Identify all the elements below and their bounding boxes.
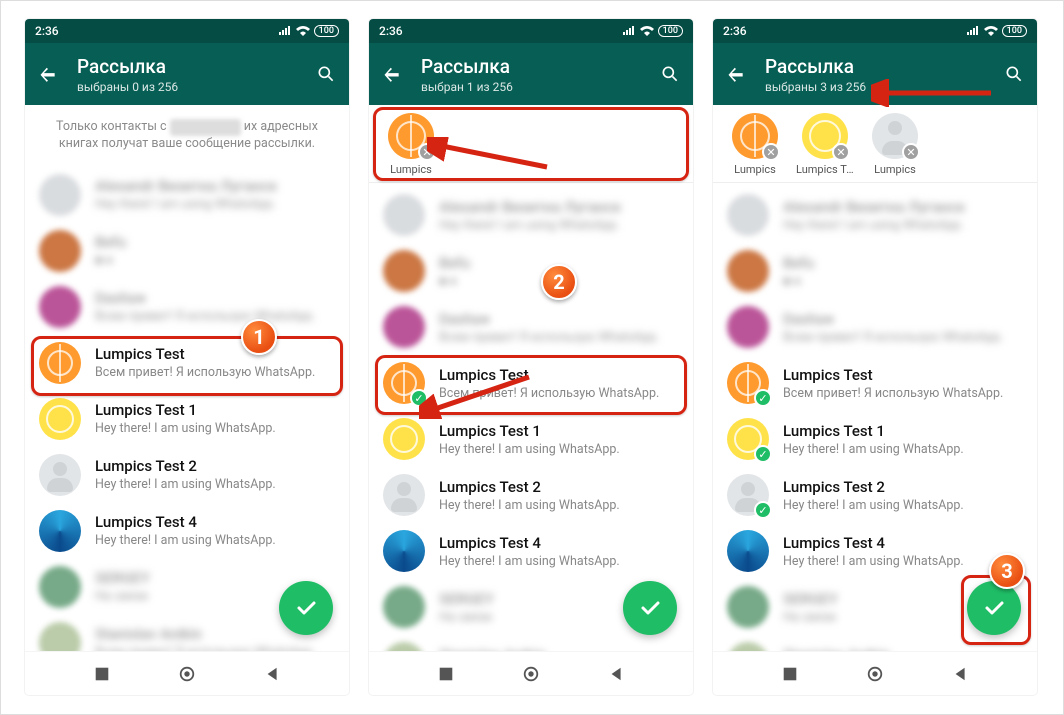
contact-row[interactable]: Alexandr Визитка ЛуганскHey there! I am …	[369, 187, 693, 243]
header-subtitle: выбраны 0 из 256	[77, 80, 315, 94]
app-header: Рассылка выбраны 0 из 256	[25, 43, 349, 105]
avatar-lemon-icon	[39, 398, 81, 440]
chip-lumpics-3[interactable]: ✕ Lumpics	[867, 113, 923, 176]
phone-screen-3: 2:36 100 Рассылка выбраны 3 из 256 ✕ Lum…	[713, 19, 1037, 695]
contact-row-lumpics-test[interactable]: ✓Lumpics TestВсем привет! Я использую Wh…	[369, 355, 693, 411]
nav-home-icon[interactable]	[178, 665, 196, 683]
step-badge-1: 1	[241, 319, 277, 355]
avatar-orange-icon: ✓	[383, 362, 425, 404]
back-icon[interactable]	[37, 63, 59, 85]
contact-row[interactable]: Alexandr Визитка ЛуганскHey there! I am …	[25, 167, 349, 223]
contact-row[interactable]: Stanislav AnikinВсем привет! Я использую…	[369, 635, 693, 651]
statusbar: 2:36 100	[25, 19, 349, 43]
avatar-orange-icon	[39, 342, 81, 384]
chip-lumpics[interactable]: ✕ Lumpics	[383, 113, 439, 176]
contact-row[interactable]: Alexandr Визитка ЛуганскHey there! I am …	[713, 187, 1037, 243]
contact-row[interactable]: Dasha●Всем привет! Я использую WhatsApp.	[713, 299, 1037, 355]
app-header: Рассылка выбран 1 из 256	[369, 43, 693, 105]
status-time: 2:36	[723, 24, 747, 38]
search-icon[interactable]	[1003, 63, 1025, 85]
avatar-placeholder-icon	[39, 454, 81, 496]
chip-remove-icon[interactable]: ✕	[832, 143, 850, 161]
contact-row[interactable]: Dasha●Всем привет! Я использую WhatsApp.	[25, 279, 349, 335]
contact-row[interactable]: Stanislav AnikinВсем привет! Я использую…	[713, 635, 1037, 651]
chip-remove-icon[interactable]: ✕	[418, 143, 436, 161]
broadcast-info-text: Только контакты с xxxxx их адресных книг…	[25, 105, 349, 163]
status-icons: 100	[622, 25, 683, 37]
step-badge-2: 2	[541, 264, 577, 300]
nav-recent-icon[interactable]	[437, 665, 455, 683]
contact-row[interactable]: Dasha●Всем привет! Я использую WhatsApp.	[369, 299, 693, 355]
nav-back-icon[interactable]	[608, 665, 626, 683]
contact-row[interactable]: ✓Lumpics TestВсем привет! Я использую Wh…	[713, 355, 1037, 411]
chip-remove-icon[interactable]: ✕	[762, 143, 780, 161]
status-icons: 100	[966, 25, 1027, 37]
nav-recent-icon[interactable]	[781, 665, 799, 683]
search-icon[interactable]	[315, 63, 337, 85]
phone-screen-2: 2:36 100 Рассылка выбран 1 из 256 ✕ Lump…	[369, 19, 693, 695]
contact-row[interactable]: Lumpics Test 2Hey there! I am using What…	[25, 447, 349, 503]
selected-check-icon: ✓	[754, 501, 772, 519]
contact-row[interactable]: Lumpics Test 1Hey there! I am using What…	[25, 391, 349, 447]
contact-row-lumpics-test[interactable]: Lumpics TestВсем привет! Я использую Wha…	[25, 335, 349, 391]
app-header: Рассылка выбраны 3 из 256	[713, 43, 1037, 105]
header-title: Рассылка	[765, 55, 1003, 78]
nav-back-icon[interactable]	[264, 665, 282, 683]
nav-back-icon[interactable]	[952, 665, 970, 683]
back-icon[interactable]	[381, 63, 403, 85]
contact-row[interactable]: Lumpics Test 2Hey there! I am using What…	[369, 467, 693, 523]
status-icons: 100	[278, 25, 339, 37]
chip-lumpics[interactable]: ✕ Lumpics	[727, 113, 783, 176]
android-navbar	[713, 651, 1037, 695]
avatar-lemon-icon	[383, 418, 425, 460]
android-navbar	[25, 651, 349, 695]
contact-row[interactable]: Befu■ ●	[25, 223, 349, 279]
contact-row[interactable]: Lumpics Test 4Hey there! I am using What…	[369, 523, 693, 579]
avatar-placeholder-icon	[383, 474, 425, 516]
phone-screen-1: 2:36 100 Рассылка выбраны 0 из 256 Тольк…	[25, 19, 349, 695]
nav-recent-icon[interactable]	[93, 665, 111, 683]
selected-check-icon: ✓	[410, 389, 428, 407]
header-subtitle: выбран 1 из 256	[421, 80, 659, 94]
header-subtitle: выбраны 3 из 256	[765, 80, 1003, 94]
avatar-orange-icon: ✕	[388, 113, 434, 159]
check-icon	[294, 596, 318, 620]
check-icon	[982, 596, 1006, 620]
confirm-fab[interactable]	[279, 581, 333, 635]
search-icon[interactable]	[659, 63, 681, 85]
statusbar: 2:36 100	[369, 19, 693, 43]
avatar-blue-icon	[383, 530, 425, 572]
contact-row[interactable]: ✓Lumpics Test 2Hey there! I am using Wha…	[713, 467, 1037, 523]
step-badge-3: 3	[989, 553, 1025, 589]
selected-chips: ✕ Lumpics ✕ Lumpics Te… ✕ Lumpics	[713, 105, 1037, 183]
confirm-fab[interactable]	[623, 581, 677, 635]
statusbar: 2:36 100	[713, 19, 1037, 43]
status-time: 2:36	[35, 24, 59, 38]
check-icon	[638, 596, 662, 620]
selected-chips: ✕ Lumpics	[369, 105, 693, 183]
contact-row[interactable]: ✓Lumpics Test 1Hey there! I am using Wha…	[713, 411, 1037, 467]
back-icon[interactable]	[725, 63, 747, 85]
confirm-fab[interactable]	[967, 581, 1021, 635]
contact-row[interactable]: Befu■ ●	[713, 243, 1037, 299]
header-title: Рассылка	[421, 55, 659, 78]
nav-home-icon[interactable]	[866, 665, 884, 683]
contact-row[interactable]: Befu■ ●	[369, 243, 693, 299]
chip-lumpics-te[interactable]: ✕ Lumpics Te…	[797, 113, 853, 176]
avatar-blue-icon	[39, 510, 81, 552]
android-navbar	[369, 651, 693, 695]
selected-check-icon: ✓	[754, 445, 772, 463]
chip-remove-icon[interactable]: ✕	[902, 143, 920, 161]
header-title: Рассылка	[77, 55, 315, 78]
nav-home-icon[interactable]	[522, 665, 540, 683]
contact-list[interactable]: Alexandr Визитка ЛуганскHey there! I am …	[25, 163, 349, 651]
contact-row[interactable]: Lumpics Test 1Hey there! I am using What…	[369, 411, 693, 467]
contact-row[interactable]: Lumpics Test 4Hey there! I am using What…	[25, 503, 349, 559]
selected-check-icon: ✓	[754, 389, 772, 407]
status-time: 2:36	[379, 24, 403, 38]
